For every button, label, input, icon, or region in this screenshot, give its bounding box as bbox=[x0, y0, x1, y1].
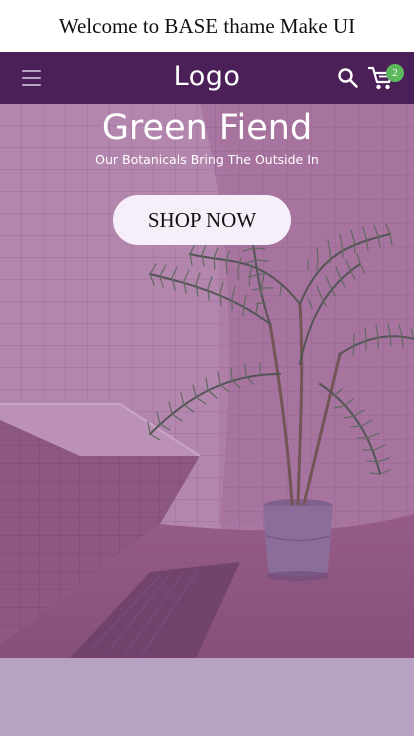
search-icon[interactable] bbox=[336, 66, 360, 90]
announcement-bar: Welcome to BASE thame Make UI bbox=[0, 0, 414, 52]
hamburger-menu-icon[interactable] bbox=[20, 67, 44, 89]
cart-count-badge: 2 bbox=[386, 64, 404, 82]
site-logo[interactable]: Logo bbox=[174, 61, 241, 92]
hero-banner: Green Fiend Our Botanicals Bring The Out… bbox=[0, 104, 414, 658]
hero-title: Green Fiend bbox=[101, 108, 313, 148]
hero-background-image bbox=[0, 104, 414, 658]
shop-now-button[interactable]: SHOP NOW bbox=[113, 195, 291, 245]
next-section bbox=[0, 658, 414, 736]
announcement-text: Welcome to BASE thame Make UI bbox=[58, 13, 356, 38]
hero-subtitle: Our Botanicals Bring The Outside In bbox=[95, 152, 319, 167]
site-header: Logo bbox=[0, 52, 414, 104]
